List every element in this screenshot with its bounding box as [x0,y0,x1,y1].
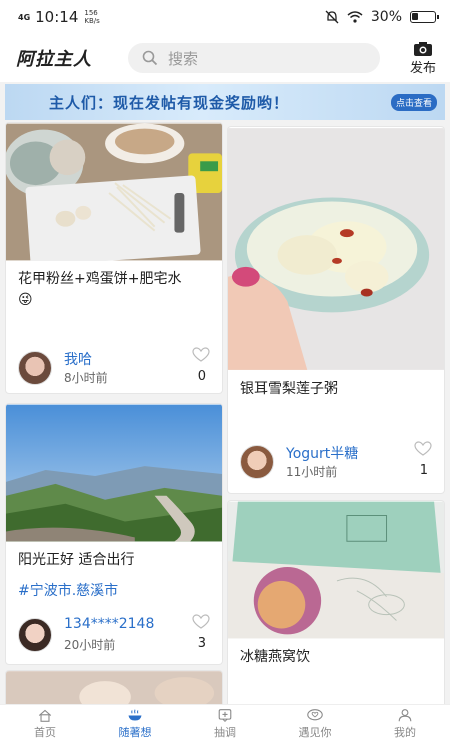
tab-label: 随著想 [118,726,152,739]
tab-profile[interactable]: 我的 [360,705,450,740]
clock: 10:14 [35,8,79,26]
post-image-pear-soup [228,128,444,370]
battery-icon [410,11,439,23]
tab-label: 抽调 [214,726,236,739]
publish-label: 发布 [409,60,436,76]
bottom-navigation: 首页 随著想 抽调 遇见你 我的 [0,704,450,740]
avatar[interactable] [240,445,274,479]
author-name[interactable]: 134****2148 [64,616,154,632]
search-icon [142,50,158,66]
post-card[interactable]: 冰糖燕窝饮 [227,500,445,710]
battery-percent: 30% [370,9,402,25]
post-title: 阳光正好 适合出行 [18,552,135,568]
post-image-mountain-road [6,404,222,542]
tab-post[interactable]: 抽调 [180,705,270,740]
tab-recommend[interactable]: 随著想 [90,705,180,740]
home-icon [38,709,52,722]
post-author: 134****2148 20小时前 3 [18,614,212,652]
tab-label: 首页 [34,726,56,739]
post-author: Yogurt半糖 11小时前 1 [240,441,434,479]
post-card[interactable]: 阳光正好 适合出行 #宁波市.慈溪市 134****2148 20小时前 3 [5,403,223,665]
like-count: 0 [197,369,206,384]
search-placeholder: 搜索 [168,49,199,68]
banner-view-button[interactable]: 点击查看 [390,94,437,111]
camera-icon [414,41,432,56]
status-bar: 4G 10:14 156 KB/s 30% [0,0,450,34]
post-time: 8小时前 [64,371,108,385]
tab-home[interactable]: 首页 [0,705,90,740]
location-tag[interactable]: #宁波市.慈溪市 [18,580,118,600]
heart-chat-icon [307,709,323,721]
network-speed: 156 KB/s [84,9,99,25]
post-title-text: 花甲粉丝+鸡蛋饼+肥宅水 [18,271,182,287]
avatar[interactable] [18,351,52,385]
author-name[interactable]: 我哈 [64,349,92,369]
tab-label: 我的 [394,726,416,739]
post-emoji: 😜 [18,292,33,308]
app-logo: 阿拉主人 [16,49,92,70]
network-indicator: 4G [18,12,31,22]
promo-banner[interactable]: 主人们：现在发帖有现金奖励哟！ 点击查看 [5,84,445,120]
like-heart-icon[interactable] [414,441,432,457]
add-post-icon [218,709,232,722]
post-author: 我哈 8小时前 0 [18,347,212,385]
post-image-birds-nest-box [228,501,444,639]
mute-icon [325,10,339,24]
like-count: 3 [197,636,206,651]
post-title: 冰糖燕窝饮 [240,649,310,665]
network-speed-value: 156 [84,9,98,17]
battery-fill [412,13,419,20]
post-image-clams-noodles [6,123,222,261]
wifi-icon [347,11,363,23]
like-count: 1 [419,463,428,478]
tab-label: 遇见你 [298,726,332,739]
post-title: 银耳雪梨莲子粥 [240,381,338,397]
banner-text: 主人们：现在发帖有现金奖励哟！ [49,93,290,112]
app-header: 阿拉主人 搜索 发布 [0,34,450,82]
post-card[interactable]: 银耳雪梨莲子粥 Yogurt半糖 11小时前 1 [227,126,445,494]
tab-meet[interactable]: 遇见你 [270,705,360,740]
post-time: 11小时前 [286,465,338,479]
person-icon [398,709,412,722]
like-heart-icon[interactable] [192,614,210,630]
avatar[interactable] [18,618,52,652]
author-name[interactable]: Yogurt半糖 [286,443,358,463]
post-time: 20小时前 [64,638,116,652]
post-title: 花甲粉丝+鸡蛋饼+肥宅水 😜 [18,269,212,311]
network-speed-unit: KB/s [84,17,100,25]
post-card[interactable]: 花甲粉丝+鸡蛋饼+肥宅水 😜 我哈 8小时前 0 [5,122,223,394]
bowl-icon [128,709,142,721]
like-heart-icon[interactable] [192,347,210,363]
search-input[interactable]: 搜索 [128,43,380,73]
publish-button[interactable]: 发布 [406,41,440,76]
